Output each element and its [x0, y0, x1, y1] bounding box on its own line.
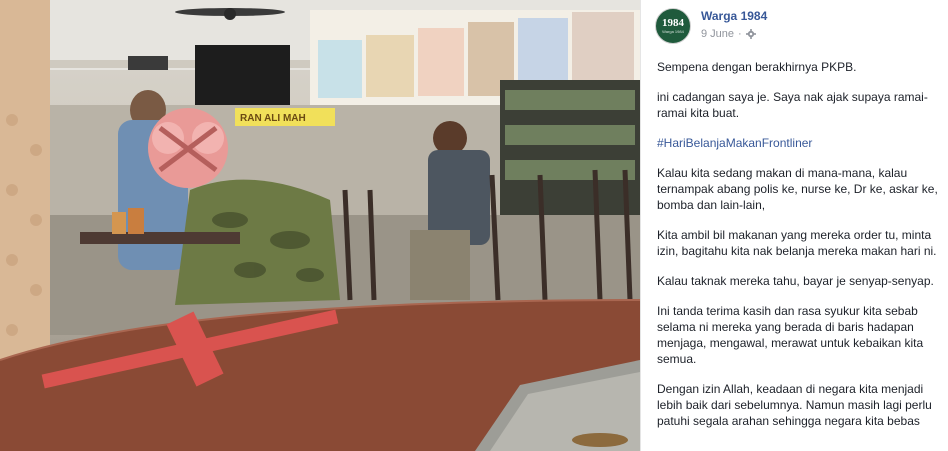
- post-photo[interactable]: RAN ALI MAH: [0, 0, 640, 451]
- shop-sign-text: RAN ALI MAH: [240, 113, 306, 124]
- gear-icon[interactable]: [745, 29, 756, 39]
- post-paragraph: Sempena dengan berakhirnya PKPB.: [657, 60, 857, 74]
- post-paragraph: ini cadangan saya je. Saya nak ajak supa…: [657, 90, 928, 120]
- post-date[interactable]: 9 June: [701, 28, 734, 40]
- avatar-number: 1984: [662, 17, 684, 29]
- post-paragraph: Kita ambil bil makanan yang mereka order…: [657, 228, 937, 258]
- post-paragraph: Kalau taknak mereka tahu, bayar je senya…: [657, 274, 934, 288]
- avatar-subtext: Warga 1984: [662, 29, 684, 34]
- post-header: 1984 Warga 1984 Warga 1984 9 June ·: [655, 8, 945, 48]
- post-body: Sempena dengan berakhirnya PKPB. ini cad…: [657, 59, 945, 443]
- restaurant-scene: RAN ALI MAH: [0, 0, 640, 451]
- post-paragraph: Dengan izin Allah, keadaan di negara kit…: [657, 382, 932, 428]
- post-paragraph: Kalau kita sedang makan di mana-mana, ka…: [657, 166, 938, 212]
- meta-separator: ·: [738, 28, 742, 40]
- page-avatar[interactable]: 1984 Warga 1984: [655, 8, 691, 44]
- post-panel: 1984 Warga 1984 Warga 1984 9 June · Semp…: [640, 0, 948, 451]
- post-meta: 9 June ·: [701, 28, 756, 40]
- hashtag-link[interactable]: #HariBelanjaMakanFrontliner: [657, 135, 945, 151]
- post-paragraph: Ini tanda terima kasih dan rasa syukur k…: [657, 304, 924, 366]
- page-name-link[interactable]: Warga 1984: [701, 9, 767, 23]
